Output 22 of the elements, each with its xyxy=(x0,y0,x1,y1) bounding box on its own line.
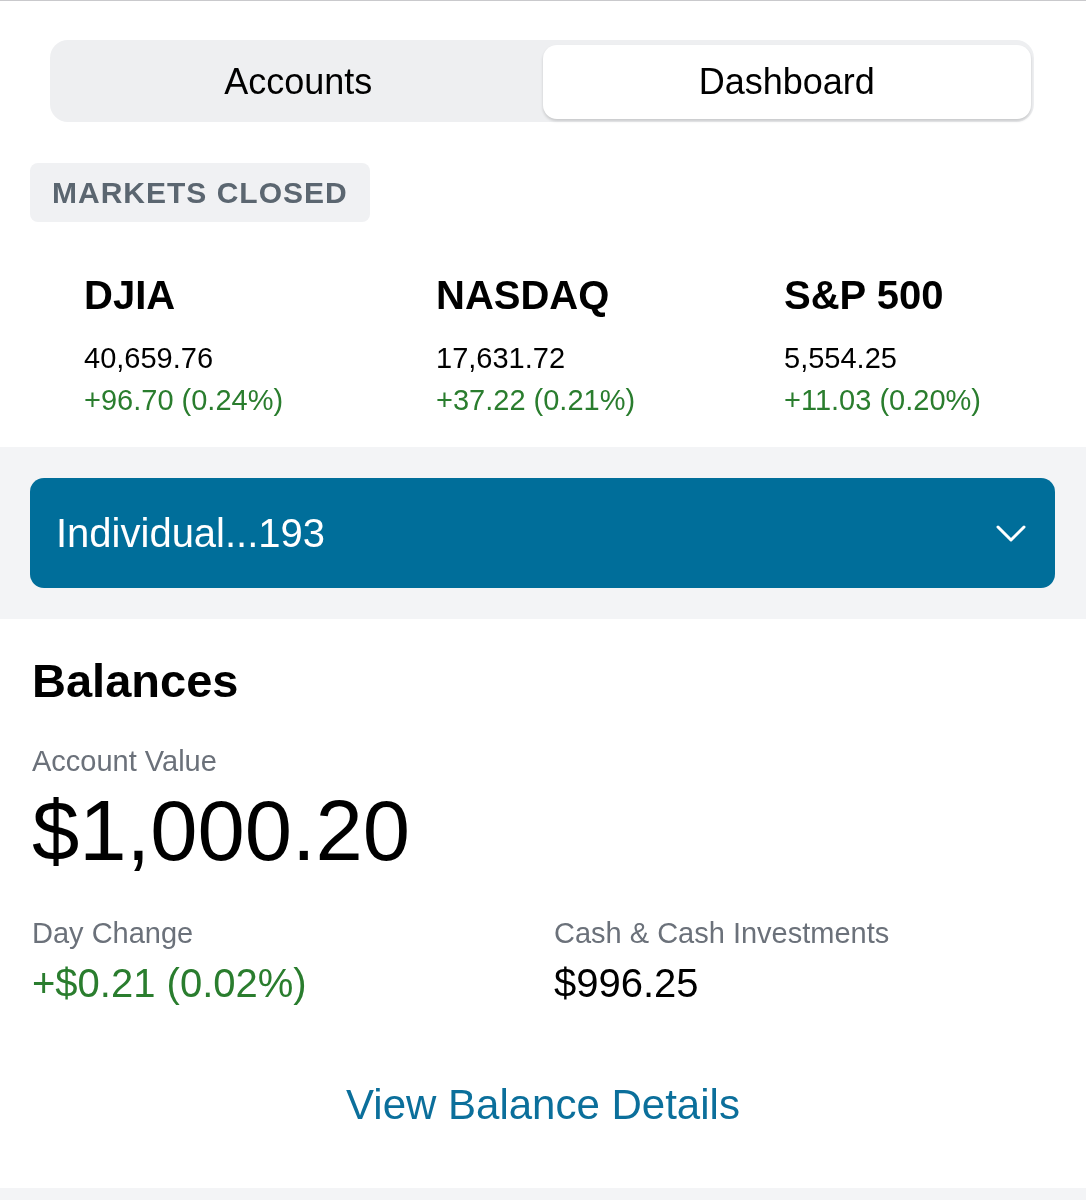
index-name: NASDAQ xyxy=(436,272,610,318)
index-name: DJIA xyxy=(84,272,176,318)
section-title: Balances xyxy=(32,653,240,709)
balance-label: Account Value xyxy=(32,744,217,779)
account-value: $1,000.20 xyxy=(32,783,411,879)
index-name: S&P 500 xyxy=(784,272,944,318)
cash-value: $996.25 xyxy=(554,960,699,1007)
index-value: 5,554.25 xyxy=(784,341,897,376)
index-change: +96.70 (0.24%) xyxy=(84,383,284,418)
balance-label: Cash & Cash Investments xyxy=(554,916,890,951)
chevron-down-icon xyxy=(996,524,1026,542)
index-change: +11.03 (0.20%) xyxy=(784,383,981,418)
index-value: 40,659.76 xyxy=(84,341,213,376)
index-change: +37.22 (0.21%) xyxy=(436,383,636,418)
segment-tab[interactable]: Accounts xyxy=(54,45,543,119)
balance-details-link[interactable]: View Balance Details xyxy=(346,1079,740,1131)
index-value: 17,631.72 xyxy=(436,341,565,376)
market-status-badge: MARKETS CLOSED xyxy=(30,163,370,222)
account-selector[interactable]: Individual...193 xyxy=(30,478,1055,588)
day-change-value: +$0.21 (0.02%) xyxy=(32,960,307,1007)
balance-label: Day Change xyxy=(32,916,194,951)
segment-tab[interactable]: Dashboard xyxy=(542,45,1031,119)
